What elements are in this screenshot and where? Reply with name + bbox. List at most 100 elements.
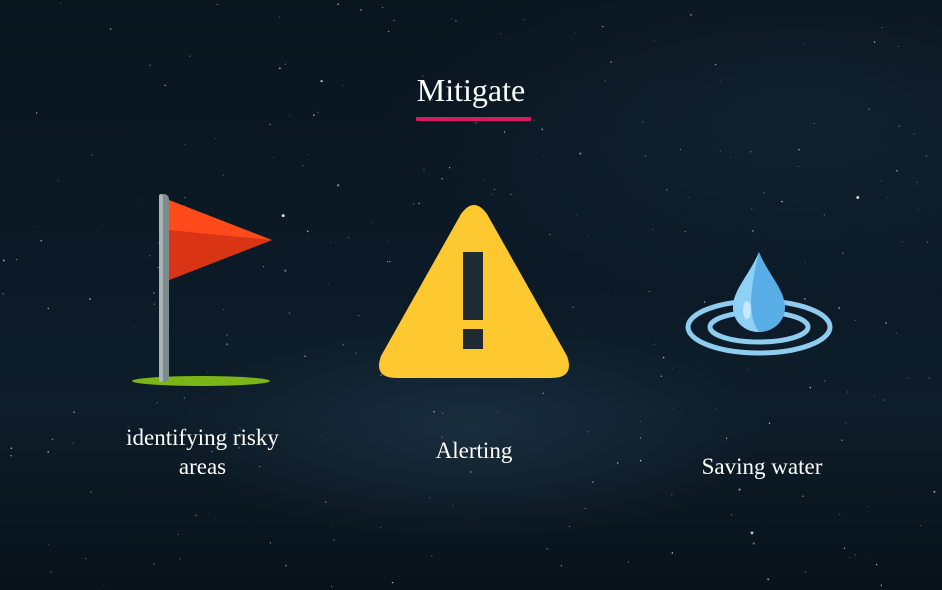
star — [89, 298, 91, 300]
star — [639, 460, 642, 462]
star — [897, 46, 899, 48]
star — [813, 122, 815, 124]
star — [738, 488, 741, 491]
star — [752, 230, 754, 232]
star — [749, 151, 752, 153]
star — [284, 269, 287, 272]
star — [573, 196, 575, 198]
star — [455, 20, 457, 22]
star — [156, 401, 158, 404]
star — [272, 157, 274, 158]
star — [933, 490, 936, 493]
star — [442, 412, 444, 414]
star — [763, 192, 765, 194]
star — [880, 584, 882, 586]
star — [671, 552, 674, 554]
star — [916, 181, 918, 183]
star — [671, 493, 673, 496]
star — [873, 41, 876, 43]
star — [189, 55, 191, 57]
star — [690, 14, 692, 16]
star — [715, 408, 717, 409]
star — [317, 111, 319, 113]
star — [798, 166, 800, 168]
star — [576, 214, 578, 216]
star — [876, 563, 878, 566]
star — [371, 222, 373, 224]
star — [215, 138, 217, 139]
star — [639, 437, 642, 439]
star — [92, 414, 94, 415]
star — [847, 391, 848, 393]
star — [47, 307, 49, 310]
star — [751, 208, 753, 210]
star — [781, 200, 783, 203]
star — [838, 307, 840, 309]
star — [896, 332, 898, 334]
star — [750, 531, 754, 535]
star — [336, 184, 340, 187]
star — [10, 447, 13, 449]
star — [804, 571, 807, 573]
star — [920, 525, 922, 526]
star — [393, 20, 395, 22]
star — [278, 16, 280, 18]
star — [279, 67, 281, 70]
star — [823, 214, 825, 216]
star — [331, 586, 333, 588]
star — [541, 128, 544, 131]
star — [57, 180, 59, 182]
star — [617, 462, 619, 464]
star — [431, 555, 433, 558]
star — [281, 214, 285, 218]
star — [97, 230, 98, 232]
star — [854, 320, 856, 321]
star — [382, 6, 384, 9]
star — [767, 578, 770, 581]
star — [497, 411, 499, 413]
star — [215, 518, 217, 520]
star — [475, 122, 477, 124]
star — [644, 155, 647, 157]
star — [321, 436, 322, 437]
star — [579, 152, 582, 155]
warning-icon — [379, 205, 569, 378]
star — [302, 165, 304, 167]
star — [47, 451, 49, 453]
star — [802, 495, 804, 498]
star — [671, 367, 673, 369]
star — [907, 377, 909, 379]
star — [666, 189, 668, 191]
flag-icon — [132, 194, 272, 386]
star — [149, 64, 151, 66]
star — [391, 581, 394, 584]
star — [331, 521, 332, 523]
star — [881, 26, 883, 29]
star — [542, 392, 544, 394]
star — [36, 226, 38, 228]
star — [306, 230, 309, 233]
star — [866, 556, 867, 558]
star — [177, 533, 180, 535]
star — [16, 258, 18, 261]
star — [874, 396, 876, 398]
star — [845, 422, 847, 424]
star — [183, 397, 186, 399]
star — [575, 32, 577, 33]
star — [327, 44, 328, 45]
star — [546, 548, 548, 550]
star — [503, 131, 506, 133]
star — [423, 169, 425, 171]
star — [449, 167, 451, 169]
star — [337, 3, 339, 5]
star — [452, 504, 454, 506]
star — [652, 228, 654, 230]
star — [500, 33, 501, 35]
star — [883, 399, 885, 401]
star — [208, 13, 210, 15]
star — [84, 557, 87, 560]
water-drop-icon — [685, 252, 833, 356]
star — [441, 178, 443, 180]
star — [887, 197, 889, 199]
star — [680, 201, 682, 203]
